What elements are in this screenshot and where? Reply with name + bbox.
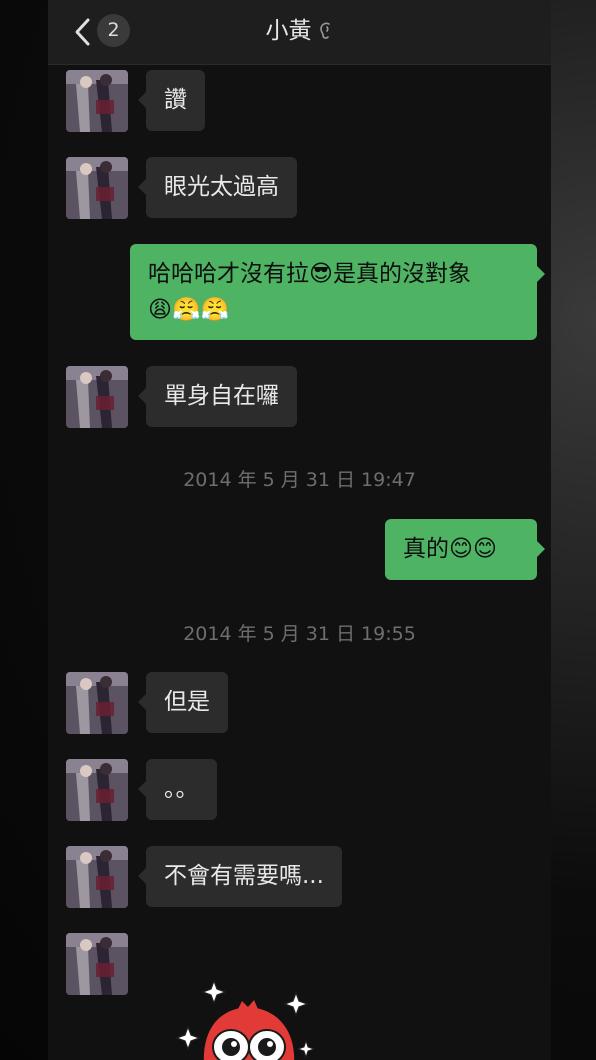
timestamp: 2014 年 5 月 31 日 19:47 xyxy=(183,469,416,491)
incoming-bubble[interactable]: 。。 xyxy=(138,759,217,820)
incoming-bubble[interactable]: 不會有需要嗎... xyxy=(138,846,342,907)
sticker-image[interactable] xyxy=(176,975,316,1060)
avatar[interactable] xyxy=(66,846,128,908)
screen-frame: 2 小黃 讚 眼光太過高 哈哈哈才沒有拉😎是真的沒對象 😩😤😤 單身自在囉 20… xyxy=(0,0,596,1060)
avatar-photo xyxy=(66,157,128,219)
avatar-photo xyxy=(66,933,128,995)
avatar[interactable] xyxy=(66,672,128,734)
avatar[interactable] xyxy=(66,157,128,219)
avatar-photo xyxy=(66,672,128,734)
avatar[interactable] xyxy=(66,759,128,821)
timestamp: 2014 年 5 月 31 日 19:55 xyxy=(183,623,416,645)
avatar-photo xyxy=(66,366,128,428)
ear-mute-icon xyxy=(319,22,330,39)
chat-header: 2 小黃 xyxy=(48,0,551,65)
chat-title: 小黃 xyxy=(48,14,551,48)
avatar-photo xyxy=(66,70,128,132)
avatar[interactable] xyxy=(66,70,128,132)
chat-window: 2 小黃 讚 眼光太過高 哈哈哈才沒有拉😎是真的沒對象 😩😤😤 單身自在囉 20… xyxy=(48,0,551,1060)
outgoing-bubble[interactable]: 哈哈哈才沒有拉😎是真的沒對象 😩😤😤 xyxy=(130,244,545,340)
avatar[interactable] xyxy=(66,366,128,428)
avatar-photo xyxy=(66,846,128,908)
outgoing-bubble[interactable]: 真的😊😊 xyxy=(385,519,545,580)
incoming-bubble[interactable]: 眼光太過高 xyxy=(138,157,297,218)
incoming-bubble[interactable]: 讚 xyxy=(138,70,205,131)
incoming-bubble[interactable]: 但是 xyxy=(138,672,228,733)
avatar-photo xyxy=(66,759,128,821)
avatar[interactable] xyxy=(66,933,128,995)
incoming-bubble[interactable]: 單身自在囉 xyxy=(138,366,297,427)
contact-name: 小黃 xyxy=(265,18,312,44)
